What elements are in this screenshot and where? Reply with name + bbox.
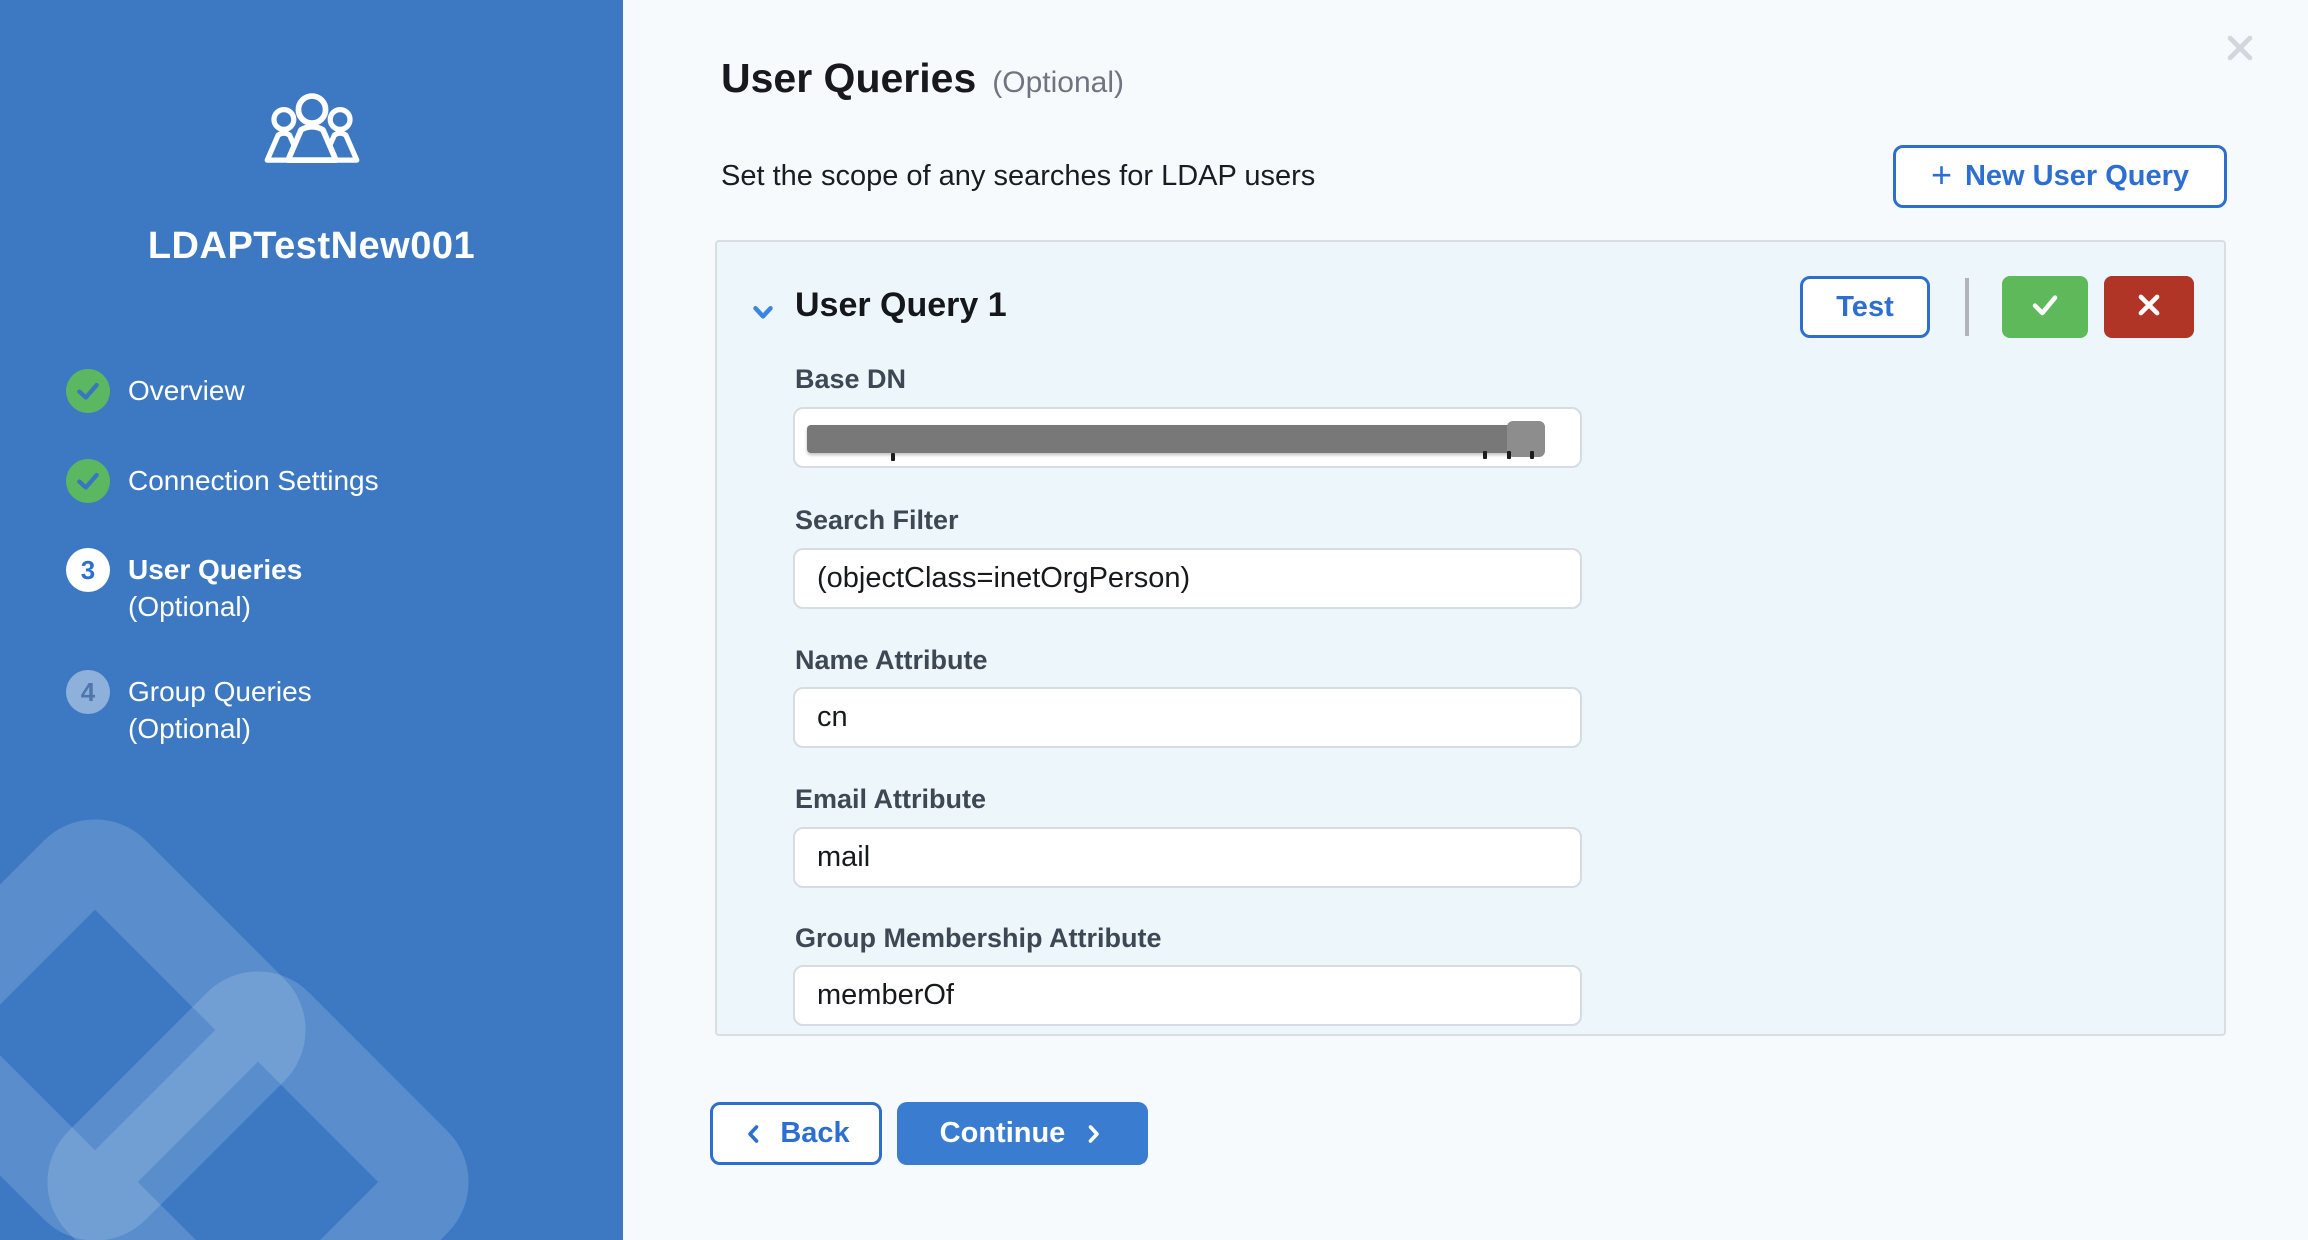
name-attribute-input[interactable] [793, 687, 1582, 748]
confirm-query-button[interactable] [2002, 276, 2088, 338]
wizard-sidebar: LDAPTestNew001 Overview Connection Setti… [0, 0, 623, 1240]
step-complete-check-icon [66, 459, 110, 503]
redaction-descender [891, 453, 895, 461]
x-icon [2134, 290, 2164, 325]
back-button-label: Back [780, 1117, 849, 1150]
step-label: Group Queries (Optional) [128, 670, 312, 747]
people-group-icon [0, 92, 623, 177]
page-subtitle: Set the scope of any searches for LDAP u… [721, 160, 1315, 193]
ldap-wizard-modal: LDAPTestNew001 Overview Connection Setti… [0, 0, 2308, 1240]
sidebar-step-connection-settings[interactable]: Connection Settings [66, 459, 379, 503]
query-title: User Query 1 [795, 286, 1007, 325]
redaction-descender [1507, 451, 1511, 459]
button-divider [1965, 278, 1969, 336]
chevron-down-icon[interactable] [748, 297, 778, 332]
search-filter-input[interactable] [793, 548, 1582, 609]
new-user-query-label: New User Query [1965, 160, 2189, 193]
continue-button[interactable]: Continue [897, 1102, 1148, 1165]
page-title: User Queries [721, 55, 976, 102]
redaction-bar-cap [1507, 421, 1545, 457]
search-filter-label: Search Filter [795, 505, 959, 536]
sidebar-step-user-queries[interactable]: 3 User Queries (Optional) [66, 548, 302, 625]
email-attribute-label: Email Attribute [795, 784, 986, 815]
step-label: User Queries (Optional) [128, 548, 302, 625]
check-icon [2029, 289, 2061, 326]
step-number-badge: 3 [66, 548, 110, 592]
step-label: Overview [128, 369, 245, 409]
step-optional-label: (Optional) [128, 710, 312, 747]
test-button[interactable]: Test [1800, 276, 1930, 338]
plus-icon: + [1931, 157, 1952, 193]
page-title-optional: (Optional) [992, 66, 1124, 100]
back-button[interactable]: Back [710, 1102, 882, 1165]
redaction-bar [807, 425, 1534, 453]
step-label: Connection Settings [128, 459, 379, 499]
base-dn-label: Base DN [795, 364, 906, 395]
chevron-left-icon [742, 1122, 766, 1146]
connection-name-title: LDAPTestNew001 [0, 225, 623, 268]
page-title-row: User Queries (Optional) [721, 55, 1124, 102]
redaction-descender [1483, 451, 1487, 459]
step-optional-label: (Optional) [128, 588, 302, 625]
close-icon[interactable] [2216, 24, 2264, 72]
continue-button-label: Continue [940, 1117, 1066, 1150]
user-query-panel [715, 240, 2226, 1036]
sidebar-step-overview[interactable]: Overview [66, 369, 245, 413]
group-membership-attribute-input[interactable] [793, 965, 1582, 1026]
delete-query-button[interactable] [2104, 276, 2194, 338]
name-attribute-label: Name Attribute [795, 645, 988, 676]
base-dn-input[interactable]: c [793, 407, 1582, 468]
sidebar-step-group-queries[interactable]: 4 Group Queries (Optional) [66, 670, 312, 747]
new-user-query-button[interactable]: + New User Query [1893, 145, 2227, 208]
step-complete-check-icon [66, 369, 110, 413]
step-number-badge: 4 [66, 670, 110, 714]
email-attribute-input[interactable] [793, 827, 1582, 888]
chevron-right-icon [1081, 1122, 1105, 1146]
test-button-label: Test [1836, 291, 1893, 324]
redaction-descender [1530, 451, 1534, 459]
group-membership-attribute-label: Group Membership Attribute [795, 923, 1162, 954]
